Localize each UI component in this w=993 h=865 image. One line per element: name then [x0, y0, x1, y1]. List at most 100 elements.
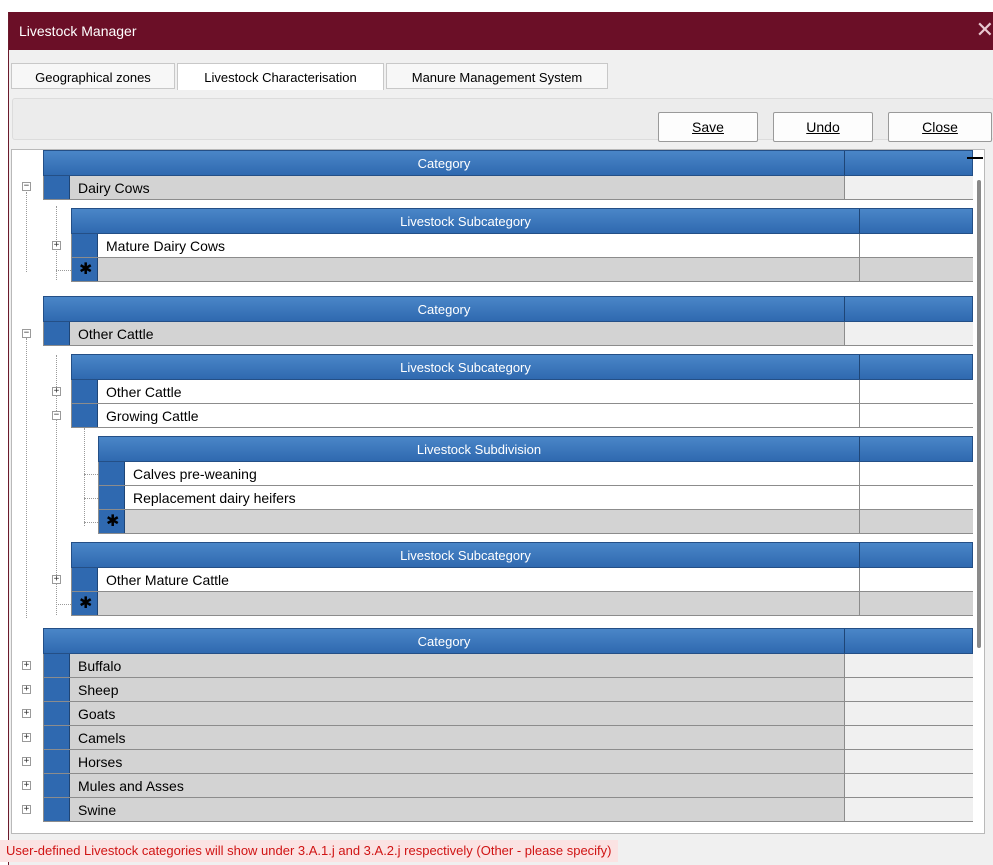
expand-icon[interactable]: + — [52, 241, 61, 250]
subcategory-row-mature-dairy-cows[interactable]: Mature Dairy Cows — [71, 234, 973, 258]
row-selector[interactable] — [44, 750, 70, 773]
category-label: Camels — [78, 730, 126, 746]
title-bar: Livestock Manager ✕ — [9, 12, 993, 50]
row-extra-cell[interactable] — [859, 380, 973, 403]
row-extra-cell[interactable] — [844, 798, 973, 821]
expand-icon[interactable]: + — [22, 757, 31, 766]
row-selector[interactable]: ✱ — [72, 258, 98, 281]
row-selector[interactable] — [72, 404, 98, 427]
collapse-icon[interactable]: − — [22, 329, 31, 338]
row-selector[interactable] — [72, 234, 98, 257]
row-selector[interactable] — [44, 654, 70, 677]
toolbar: Save Undo Close — [12, 98, 993, 142]
category-row[interactable]: Buffalo — [43, 654, 973, 678]
row-extra-cell[interactable] — [844, 322, 973, 345]
row-extra-cell[interactable] — [859, 592, 973, 615]
row-selector[interactable] — [44, 702, 70, 725]
row-selector[interactable] — [44, 798, 70, 821]
category-row[interactable]: Swine — [43, 798, 973, 822]
subcategory-row-other-cattle[interactable]: Other Cattle — [71, 380, 973, 404]
row-extra-cell[interactable] — [859, 234, 973, 257]
category-row[interactable]: Sheep — [43, 678, 973, 702]
subcategory-label: Other Cattle — [106, 384, 182, 400]
close-button-label: Close — [922, 119, 958, 135]
subdivision-header: Livestock Subdivision — [98, 436, 973, 462]
category-row[interactable]: Horses — [43, 750, 973, 774]
row-extra-cell[interactable] — [859, 486, 973, 509]
expand-icon[interactable]: + — [22, 661, 31, 670]
row-extra-cell[interactable] — [844, 678, 973, 701]
row-selector[interactable] — [72, 568, 98, 591]
subcategory-row-other-mature-cattle[interactable]: Other Mature Cattle — [71, 568, 973, 592]
subcategory-header-label: Livestock Subcategory — [400, 214, 531, 229]
row-extra-cell[interactable] — [844, 774, 973, 797]
row-selector[interactable]: ✱ — [99, 510, 125, 533]
window-title: Livestock Manager — [19, 23, 137, 39]
close-button[interactable]: Close — [888, 112, 992, 142]
row-selector[interactable] — [99, 462, 125, 485]
save-button-label: Save — [692, 119, 724, 135]
tab-geographical-zones[interactable]: Geographical zones — [11, 63, 175, 89]
category-row[interactable]: Goats — [43, 702, 973, 726]
row-selector[interactable] — [72, 380, 98, 403]
row-selector[interactable] — [44, 176, 70, 199]
subcategory-row-growing-cattle[interactable]: Growing Cattle — [71, 404, 973, 428]
expand-icon[interactable]: + — [52, 575, 61, 584]
category-label: Swine — [78, 802, 117, 818]
hierarchical-grid: Category − Dairy Cows Livestock Subcateg… — [11, 149, 985, 834]
new-subdivision-row[interactable]: ✱ — [98, 510, 973, 534]
vertical-scrollbar[interactable] — [977, 180, 981, 648]
row-selector[interactable]: ✱ — [72, 592, 98, 615]
category-header-label: Category — [417, 634, 471, 649]
row-selector[interactable] — [44, 726, 70, 749]
row-extra-cell[interactable] — [844, 654, 973, 677]
row-extra-cell[interactable] — [844, 750, 973, 773]
expand-icon[interactable]: + — [22, 733, 31, 742]
tree-line — [56, 604, 71, 605]
category-header-label: Category — [417, 156, 471, 171]
close-window-icon[interactable]: ✕ — [976, 18, 993, 43]
row-extra-cell[interactable] — [844, 702, 973, 725]
header-separator — [859, 543, 860, 567]
category-row[interactable]: Mules and Asses — [43, 774, 973, 798]
save-button[interactable]: Save — [658, 112, 758, 142]
new-subcategory-row[interactable]: ✱ — [71, 592, 973, 616]
expand-icon[interactable]: + — [22, 805, 31, 814]
row-extra-cell[interactable] — [859, 510, 973, 533]
tab-livestock-characterisation[interactable]: Livestock Characterisation — [177, 63, 384, 90]
tab-manure-management-system[interactable]: Manure Management System — [386, 63, 608, 89]
expand-icon[interactable]: + — [52, 387, 61, 396]
subdivision-row-replacement-heifers[interactable]: Replacement dairy heifers — [98, 486, 973, 510]
row-selector[interactable] — [99, 486, 125, 509]
header-separator — [844, 151, 845, 175]
category-row-dairy-cows[interactable]: Dairy Cows — [43, 176, 973, 200]
category-label: Mules and Asses — [78, 778, 184, 794]
undo-button[interactable]: Undo — [773, 112, 873, 142]
row-selector[interactable] — [44, 322, 70, 345]
row-extra-cell[interactable] — [859, 404, 973, 427]
collapse-icon[interactable]: − — [52, 411, 61, 420]
category-row-other-cattle[interactable]: Other Cattle — [43, 322, 973, 346]
row-extra-cell[interactable] — [844, 176, 973, 199]
row-extra-cell[interactable] — [859, 462, 973, 485]
collapse-icon[interactable]: − — [22, 182, 31, 191]
subdivision-row-calves[interactable]: Calves pre-weaning — [98, 462, 973, 486]
expand-icon[interactable]: + — [22, 781, 31, 790]
category-row[interactable]: Camels — [43, 726, 973, 750]
row-selector[interactable] — [44, 774, 70, 797]
header-separator — [844, 297, 845, 321]
expand-icon[interactable]: + — [22, 685, 31, 694]
row-extra-cell[interactable] — [859, 568, 973, 591]
tree-line — [84, 474, 98, 475]
category-header: Category — [43, 628, 973, 654]
new-row-icon: ✱ — [79, 259, 93, 278]
category-label: Sheep — [78, 682, 119, 698]
row-extra-cell[interactable] — [844, 726, 973, 749]
new-row-icon: ✱ — [79, 593, 93, 612]
row-selector[interactable] — [44, 678, 70, 701]
row-extra-cell[interactable] — [859, 258, 973, 281]
new-subcategory-row[interactable]: ✱ — [71, 258, 973, 282]
subdivision-label: Replacement dairy heifers — [133, 490, 296, 506]
new-row-icon: ✱ — [106, 511, 120, 530]
expand-icon[interactable]: + — [22, 709, 31, 718]
